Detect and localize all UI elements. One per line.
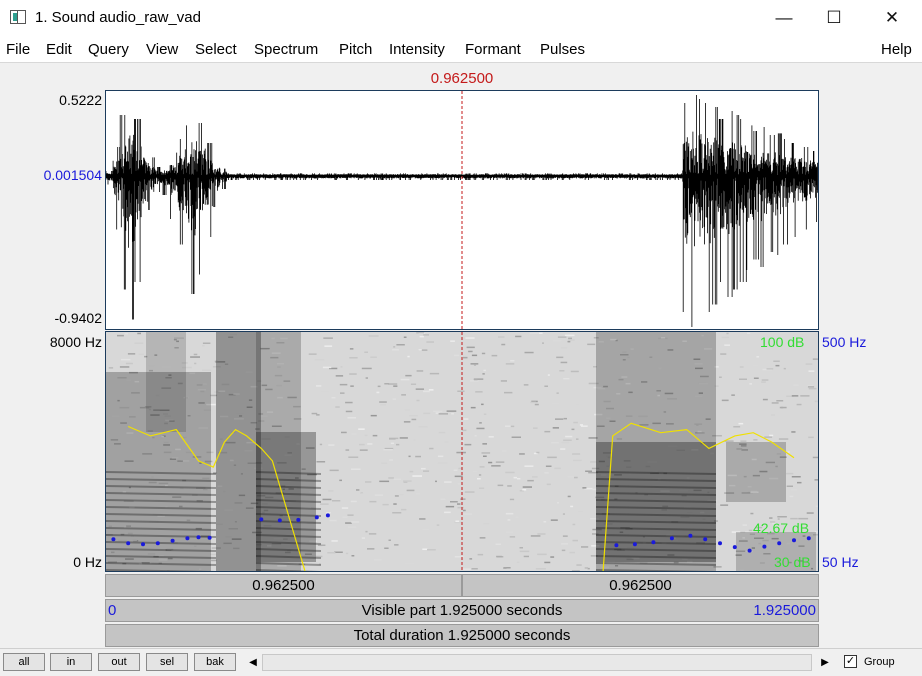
spectrogram-panel[interactable] — [105, 331, 819, 572]
pitch-bottom-label: 50 Hz — [822, 554, 859, 570]
visible-end-label: 1.925000 — [753, 600, 816, 621]
app-icon — [10, 10, 26, 24]
menu-pulses[interactable]: Pulses — [540, 41, 585, 58]
waveform-ymax-label: 0.5222 — [20, 92, 102, 108]
waveform-plot — [106, 91, 818, 329]
pitch-point — [326, 513, 330, 517]
pitch-point — [185, 536, 189, 540]
menu-select[interactable]: Select — [195, 41, 237, 58]
spectrogram-energy-8 — [146, 332, 186, 432]
menu-formant[interactable]: Formant — [465, 41, 521, 58]
menu-query[interactable]: Query — [88, 41, 129, 58]
zoom-in-button[interactable]: in — [50, 653, 92, 671]
maximize-button[interactable]: ☐ — [811, 0, 857, 36]
horizontal-scrollbar[interactable] — [262, 654, 812, 671]
visible-start-label: 0 — [108, 600, 116, 621]
pitch-point — [315, 515, 319, 519]
window-title: 1. Sound audio_raw_vad — [35, 9, 201, 26]
pitch-point — [111, 537, 115, 541]
intensity-current-label: 42.67 dB — [753, 520, 809, 536]
pitch-point — [718, 541, 722, 545]
scroll-left-icon[interactable]: ◀ — [246, 654, 260, 671]
menu-spectrum[interactable]: Spectrum — [254, 41, 318, 58]
zoom-sel-button[interactable]: sel — [146, 653, 188, 671]
spectrogram-energy-6 — [726, 442, 786, 502]
freq-top-label: 8000 Hz — [20, 334, 102, 350]
visible-part-label: Visible part 1.925000 seconds — [362, 602, 563, 619]
pitch-point — [733, 545, 737, 549]
pitch-point — [688, 534, 692, 538]
close-button[interactable]: ✕ — [869, 0, 915, 36]
scroll-right-icon[interactable]: ▶ — [818, 654, 832, 671]
zoom-out-button[interactable]: out — [98, 653, 140, 671]
menu-view[interactable]: View — [146, 41, 178, 58]
pitch-point — [651, 540, 655, 544]
pitch-point — [126, 541, 130, 545]
pitch-point — [197, 535, 201, 539]
zoom-back-button[interactable]: bak — [194, 653, 236, 671]
waveform-ymid-label: 0.001504 — [10, 167, 102, 183]
pitch-point — [156, 541, 160, 545]
pitch-point — [259, 517, 263, 521]
menu-help[interactable]: Help — [881, 41, 912, 58]
pitch-point — [792, 538, 796, 542]
zoom-all-button[interactable]: all — [3, 653, 45, 671]
intensity-bottom-label: 30 dB — [774, 554, 811, 570]
pitch-point — [670, 536, 674, 540]
pitch-point — [141, 542, 145, 546]
cursor-time-label: 0.962500 — [400, 70, 524, 87]
intensity-top-label: 100 dB — [760, 334, 804, 350]
total-duration-bar[interactable]: Total duration 1.925000 seconds — [105, 624, 819, 647]
waveform-ymin-label: -0.9402 — [20, 310, 102, 326]
pitch-point — [748, 549, 752, 553]
selection-bar-right[interactable]: 0.962500 — [462, 574, 819, 597]
pitch-point — [807, 536, 811, 540]
selection-bar-left[interactable]: 0.962500 — [105, 574, 462, 597]
menu-file[interactable]: File — [6, 41, 30, 58]
pitch-point — [296, 518, 300, 522]
pitch-point — [171, 539, 175, 543]
group-label: Group — [864, 656, 895, 668]
pitch-point — [208, 536, 212, 540]
spectrogram-energy-1 — [216, 332, 261, 571]
pitch-point — [614, 543, 618, 547]
minimize-button[interactable]: — — [761, 0, 807, 36]
pitch-point — [762, 545, 766, 549]
menu-edit[interactable]: Edit — [46, 41, 72, 58]
menu-intensity[interactable]: Intensity — [389, 41, 445, 58]
pitch-point — [278, 518, 282, 522]
waveform-panel[interactable] — [105, 90, 819, 330]
freq-bottom-label: 0 Hz — [20, 554, 102, 570]
pitch-point — [777, 541, 781, 545]
menu-pitch[interactable]: Pitch — [339, 41, 372, 58]
pitch-point — [633, 542, 637, 546]
visible-part-bar[interactable]: 0 Visible part 1.925000 seconds 1.925000 — [105, 599, 819, 622]
spectrogram-plot — [106, 332, 818, 571]
group-checkbox[interactable]: ✓ — [844, 655, 857, 668]
pitch-top-label: 500 Hz — [822, 334, 866, 350]
menu-bar — [0, 36, 922, 62]
pitch-point — [703, 537, 707, 541]
